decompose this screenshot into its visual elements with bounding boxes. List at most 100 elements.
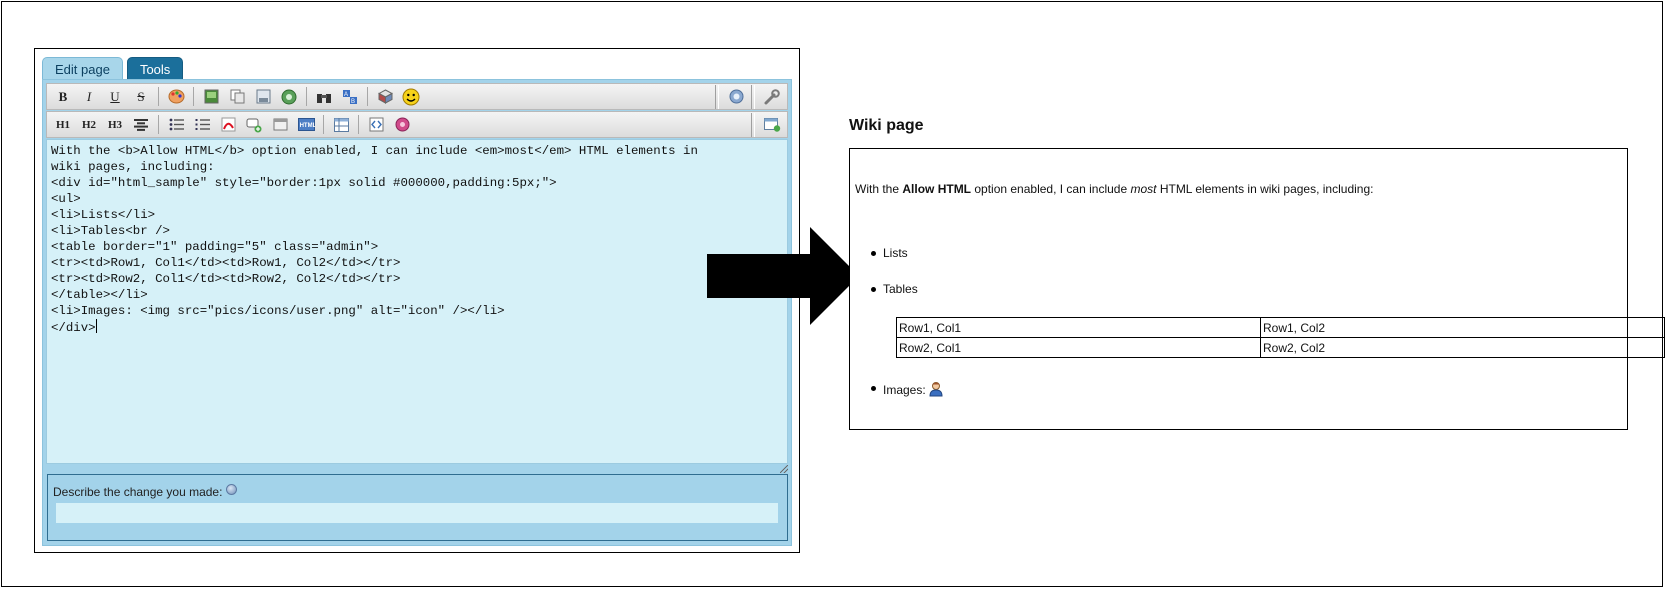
code-line: <li>Tables<br /> — [51, 224, 170, 238]
window-add-icon — [763, 117, 780, 132]
html-button[interactable]: HTML — [295, 114, 317, 136]
bold-icon: B — [58, 88, 68, 104]
copy-icon — [230, 89, 244, 104]
box-button[interactable] — [269, 114, 291, 136]
comment-add-icon — [246, 118, 262, 132]
settings-button[interactable] — [761, 86, 783, 108]
plugin-button[interactable] — [374, 86, 396, 108]
change-summary-input[interactable] — [56, 503, 778, 523]
html-icon: HTML — [297, 118, 315, 131]
tab-edit-page[interactable]: Edit page — [42, 57, 123, 81]
strikethrough-button[interactable]: S — [130, 86, 152, 108]
toolbar-separator — [715, 84, 719, 109]
wiki-page-heading: Wiki page — [849, 117, 924, 134]
toolbar-separator — [751, 112, 755, 137]
binoculars-icon — [317, 93, 331, 103]
align-center-icon — [134, 118, 148, 131]
toolbar-separator — [367, 87, 368, 106]
table-button[interactable] — [330, 114, 352, 136]
code-line: <tr><td>Row1, Col1</td><td>Row1, Col2</t… — [51, 256, 401, 270]
images-label: Images: — [883, 383, 926, 397]
fullscreen-button[interactable] — [761, 114, 783, 136]
bullet-list-icon — [169, 118, 184, 131]
save-button[interactable] — [252, 86, 274, 108]
code-line: </div> — [51, 321, 96, 335]
toolbar-separator — [158, 115, 159, 134]
toolbar-separator — [306, 87, 307, 106]
table-row: Row1, Col1 Row1, Col2 — [896, 317, 1665, 338]
tab-tools[interactable]: Tools — [126, 57, 184, 81]
replace-button[interactable]: AB — [339, 86, 361, 108]
toolbar-row-1: B I U S A B — [46, 83, 788, 110]
table-cell: Row1, Col1 — [896, 317, 1261, 338]
add-comment-button[interactable] — [243, 114, 265, 136]
editor-frame: B I U S A B H1 H2 H3 HTML With the <b>Al… — [42, 79, 792, 546]
heading2-icon: H2 — [81, 118, 97, 131]
toolbar-separator — [193, 87, 194, 106]
special-char-button[interactable] — [391, 114, 413, 136]
code-icon — [369, 117, 383, 132]
wiki-intro-text: With the Allow HTML option enabled, I ca… — [855, 182, 1373, 196]
insert-image-button[interactable] — [200, 86, 222, 108]
image-icon — [204, 89, 218, 104]
wiki-source-textarea[interactable]: With the <b>Allow HTML</b> option enable… — [46, 139, 788, 464]
table-cell: Row1, Col2 — [1260, 317, 1665, 338]
palette-icon — [168, 89, 184, 104]
table-icon — [333, 117, 349, 132]
code-line: <ul> — [51, 192, 81, 206]
heading3-button[interactable]: H3 — [104, 114, 126, 136]
arrow-right-icon — [707, 227, 859, 325]
change-summary-section: Describe the change you made: — [47, 474, 788, 541]
smiley-icon — [402, 88, 420, 105]
code-line: <li>Lists</li> — [51, 208, 156, 222]
underline-icon: U — [110, 88, 120, 104]
copy-button[interactable] — [226, 86, 248, 108]
help-icon[interactable] — [226, 484, 238, 495]
numbered-list-icon — [195, 119, 210, 130]
intro-em-text: most — [1130, 182, 1157, 196]
find-button[interactable] — [313, 86, 335, 108]
toolbar-separator — [323, 115, 324, 134]
help-button[interactable] — [725, 86, 747, 108]
code-line: <table border="1" padding="5" class="adm… — [51, 240, 379, 254]
svg-text:B: B — [351, 99, 355, 105]
help-icon — [729, 89, 743, 104]
change-summary-label: Describe the change you made: — [53, 484, 238, 499]
toolbar-separator — [751, 84, 755, 109]
intro-text-part: HTML elements in wiki pages, including: — [1156, 182, 1374, 196]
code-line: <div id="html_sample" style="border:1px … — [51, 176, 557, 190]
link-icon — [281, 89, 297, 104]
wiki-list-item-lists: Lists — [871, 246, 908, 260]
wiki-sample-table: Row1, Col1 Row1, Col2 Row2, Col1 Row2, C… — [896, 317, 1665, 358]
smiley-button[interactable] — [400, 86, 422, 108]
text-caret — [95, 319, 97, 333]
wiki-list-item-tables: Tables — [871, 282, 918, 296]
toolbar-separator — [358, 115, 359, 134]
underline-button[interactable]: U — [104, 86, 126, 108]
italic-button[interactable]: I — [78, 86, 100, 108]
numbered-list-button[interactable] — [191, 114, 213, 136]
heading1-button[interactable]: H1 — [52, 114, 74, 136]
wiki-page-preview: With the Allow HTML option enabled, I ca… — [849, 148, 1665, 430]
pdf-button[interactable] — [217, 114, 239, 136]
color-button[interactable] — [165, 86, 187, 108]
table-cell: Row2, Col1 — [896, 337, 1261, 358]
heading2-button[interactable]: H2 — [78, 114, 100, 136]
code-button[interactable] — [365, 114, 387, 136]
code-line: wiki pages, including: — [51, 160, 215, 174]
replace-icon: AB — [343, 89, 357, 105]
heading3-icon: H3 — [107, 118, 123, 131]
bold-button[interactable]: B — [52, 86, 74, 108]
table-cell: Row2, Col2 — [1260, 337, 1665, 358]
center-align-button[interactable] — [130, 114, 152, 136]
italic-icon: I — [86, 88, 92, 104]
resize-handle[interactable] — [780, 465, 788, 473]
insert-link-button[interactable] — [278, 86, 300, 108]
code-line: With the <b>Allow HTML</b> option enable… — [51, 144, 698, 158]
editor-tabs: Edit page Tools — [42, 57, 184, 81]
editor-panel: Edit page Tools B I U S A B H1 H2 H3 HTM… — [34, 48, 800, 553]
bullet-list-button[interactable] — [165, 114, 187, 136]
wiki-list-item-images: Images: — [871, 381, 943, 397]
svg-text:HTML: HTML — [299, 123, 314, 129]
plugin-icon — [377, 89, 393, 104]
